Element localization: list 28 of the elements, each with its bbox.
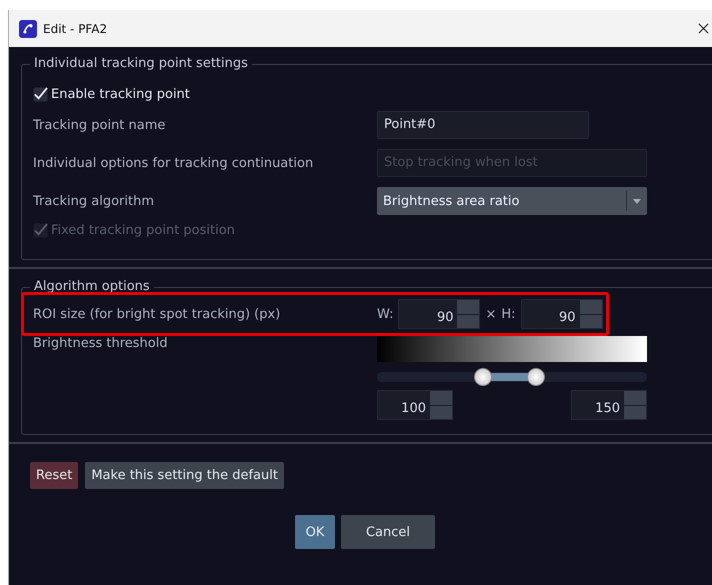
cancel-button[interactable]: Cancel xyxy=(341,515,435,549)
width-spinbox[interactable]: 90 xyxy=(398,299,480,329)
high-spinbox[interactable]: 150 xyxy=(571,390,647,420)
dropdown[interactable]: Brightness area ratio xyxy=(377,187,647,215)
slider-handle[interactable] xyxy=(474,368,492,386)
default-button[interactable]: Make this setting the default xyxy=(85,462,284,489)
caret-icon xyxy=(633,198,641,204)
field-label: Tracking point name xyxy=(33,118,166,132)
ok-button[interactable]: OK xyxy=(295,515,335,549)
text-field[interactable]: Point#0 xyxy=(377,111,589,139)
checkbox[interactable] xyxy=(33,86,48,102)
height-label: H: xyxy=(501,306,516,322)
checkbox-label: Fixed tracking point position xyxy=(51,222,235,238)
reset-button[interactable]: Reset xyxy=(30,462,78,489)
low-spinbox[interactable]: 100 xyxy=(377,390,453,420)
field-label: ROI size (for bright spot tracking) (px) xyxy=(33,306,282,322)
slider-handle[interactable] xyxy=(526,368,545,386)
group-title: Individual tracking point settings xyxy=(30,56,252,72)
field-label: Brightness threshold xyxy=(33,336,169,353)
close-icon[interactable] xyxy=(698,23,709,34)
height-spinbox[interactable]: 90 xyxy=(520,299,603,329)
field-label: Tracking algorithm xyxy=(33,194,155,208)
times-sign: × xyxy=(485,306,496,322)
field-label: Individual options for tracking continuation xyxy=(33,156,314,170)
window-title: Edit - PFA2 xyxy=(43,22,108,36)
checkbox-label: Enable tracking point xyxy=(51,86,190,102)
app-icon xyxy=(19,20,37,38)
width-label: W: xyxy=(377,306,394,322)
